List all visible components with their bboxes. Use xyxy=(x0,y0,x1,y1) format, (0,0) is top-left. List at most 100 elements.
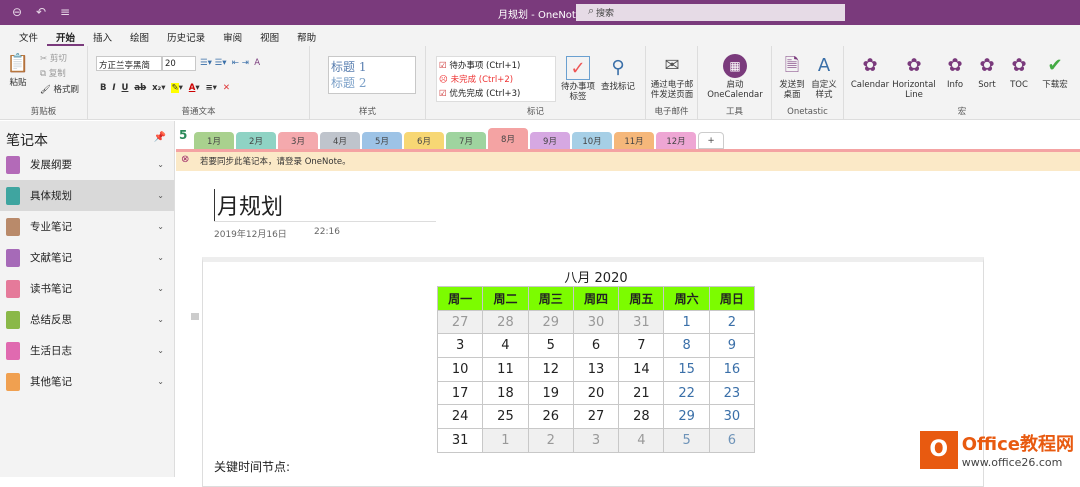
calendar-day[interactable]: 11 xyxy=(482,357,529,382)
calendar-day[interactable]: 28 xyxy=(482,309,529,335)
section-tab[interactable]: 2月 xyxy=(236,132,276,149)
chevron-down-icon[interactable]: ⌄ xyxy=(157,253,164,262)
calendar-day[interactable]: 21 xyxy=(618,380,665,406)
custom-style-button[interactable]: A 自定义样式 xyxy=(808,54,840,100)
calendar-day[interactable]: 29 xyxy=(527,309,574,335)
calendar-day[interactable]: 22 xyxy=(663,380,710,406)
section-tab[interactable]: 7月 xyxy=(446,132,486,149)
cut-button[interactable]: ✂ 剪切 xyxy=(40,52,67,64)
email-page-button[interactable]: ✉ 通过电子邮件发送页面 xyxy=(648,54,696,100)
tag-priority[interactable]: ☑ 优先完成 (Ctrl+3) xyxy=(439,87,553,101)
chevron-down-icon[interactable]: ⌄ xyxy=(157,191,164,200)
chevron-down-icon[interactable]: ⌄ xyxy=(157,377,164,386)
calendar-day[interactable]: 28 xyxy=(618,404,665,430)
calendar-day[interactable]: 23 xyxy=(708,380,756,406)
macro-toc-button[interactable]: ✿ TOC xyxy=(1004,54,1034,90)
tags-gallery[interactable]: ☑ 待办事项 (Ctrl+1) ☹ 未完成 (Ctrl+2) ☑ 优先完成 (C… xyxy=(436,56,556,102)
calendar-day[interactable]: 24 xyxy=(436,404,484,430)
todo-tag-button[interactable]: ✓ 待办事项标签 xyxy=(558,56,598,102)
sidebar-item-notebook[interactable]: 具体规划 ⌄ xyxy=(0,180,174,211)
page-title[interactable]: 月规划 xyxy=(214,189,283,221)
chevron-down-icon[interactable]: ⌄ xyxy=(157,315,164,324)
font-select[interactable]: 方正兰亭黑简 xyxy=(96,56,162,71)
calendar-day[interactable]: 7 xyxy=(618,333,665,359)
format-buttons[interactable]: B I U ab x₂▾ ✎▾ A▾ ≡▾ ✕ xyxy=(100,83,230,93)
section-tab[interactable]: 9月 xyxy=(530,132,570,149)
calendar-day[interactable]: 2 xyxy=(708,309,756,335)
section-tab[interactable]: 6月 xyxy=(404,132,444,149)
sync-notice[interactable]: ⊗ 若要同步此笔记本，请登录 OneNote。 xyxy=(176,149,1080,171)
sidebar-item-notebook[interactable]: 发展纲要 ⌄ xyxy=(0,149,174,180)
calendar-day[interactable]: 26 xyxy=(527,404,574,430)
sidebar-item-notebook[interactable]: 总结反思 ⌄ xyxy=(0,304,174,335)
calendar-day[interactable]: 3 xyxy=(572,428,620,453)
calendar-day[interactable]: 10 xyxy=(436,357,484,382)
calendar-day[interactable]: 5 xyxy=(663,428,710,453)
paragraph-handle[interactable] xyxy=(191,313,199,320)
calendar-day[interactable]: 30 xyxy=(572,309,620,335)
sidebar-item-notebook[interactable]: 文献笔记 ⌄ xyxy=(0,242,174,273)
chevron-down-icon[interactable]: ⌄ xyxy=(157,284,164,293)
calendar-day[interactable]: 4 xyxy=(618,428,665,453)
calendar-day[interactable]: 15 xyxy=(663,357,710,382)
section-tab[interactable]: 1月 xyxy=(194,132,234,149)
onecalendar-button[interactable]: ▦ 启动 OneCalendar xyxy=(702,54,768,100)
send-to-desktop-button[interactable]: 🗎 发送到桌面 xyxy=(776,54,808,100)
sidebar-item-notebook[interactable]: 读书笔记 ⌄ xyxy=(0,273,174,304)
calendar-day[interactable]: 19 xyxy=(527,380,574,406)
pin-icon[interactable]: 📌 xyxy=(154,132,166,143)
section-tab[interactable]: 5月 xyxy=(362,132,402,149)
tab-file[interactable]: 文件 xyxy=(10,25,47,46)
calendar-day[interactable]: 16 xyxy=(708,357,756,382)
calendar-day[interactable]: 30 xyxy=(708,404,756,430)
tag-incomplete[interactable]: ☹ 未完成 (Ctrl+2) xyxy=(439,73,553,87)
tab-home[interactable]: 开始 xyxy=(47,25,85,46)
section-tab[interactable]: 3月 xyxy=(278,132,318,149)
sidebar-item-notebook[interactable]: 其他笔记 ⌄ xyxy=(0,366,174,397)
list-buttons[interactable]: ☰▾ ☰▾ ⇤ ⇥ A xyxy=(200,58,260,68)
chevron-down-icon[interactable]: ⌄ xyxy=(157,160,164,169)
calendar-day[interactable]: 2 xyxy=(527,428,574,453)
format-painter-button[interactable]: 🖌 格式刷 xyxy=(40,83,79,95)
calendar-day[interactable]: 25 xyxy=(482,404,529,430)
copy-button[interactable]: ⧉ 复制 xyxy=(40,67,66,79)
calendar-day[interactable]: 27 xyxy=(572,404,620,430)
calendar-day[interactable]: 12 xyxy=(527,357,574,382)
chevron-down-icon[interactable]: ⌄ xyxy=(157,222,164,231)
calendar-day[interactable]: 6 xyxy=(572,333,620,359)
calendar-day[interactable]: 20 xyxy=(572,380,620,406)
calendar-day[interactable]: 18 xyxy=(482,380,529,406)
macro-info-button[interactable]: ✿ Info xyxy=(940,54,970,90)
calendar-day[interactable]: 13 xyxy=(572,357,620,382)
key-dates-label[interactable]: 关键时间节点: xyxy=(214,458,290,475)
find-tags-button[interactable]: ⚲ 查找标记 xyxy=(598,56,638,92)
sidebar-item-notebook[interactable]: 专业笔记 ⌄ xyxy=(0,211,174,242)
calendar-day[interactable]: 5 xyxy=(527,333,574,359)
tab-draw[interactable]: 绘图 xyxy=(121,25,158,46)
section-tab[interactable]: 11月 xyxy=(614,132,654,149)
tab-history[interactable]: 历史记录 xyxy=(158,25,214,46)
calendar-day[interactable]: 31 xyxy=(436,428,484,453)
styles-gallery[interactable]: 标题 1 标题 2 xyxy=(328,56,416,94)
tab-view[interactable]: 视图 xyxy=(251,25,288,46)
tag-todo[interactable]: ☑ 待办事项 (Ctrl+1) xyxy=(439,59,553,73)
section-tab[interactable]: 4月 xyxy=(320,132,360,149)
tab-insert[interactable]: 插入 xyxy=(84,25,121,46)
sync-icon[interactable]: 5 xyxy=(179,128,187,142)
style-heading2[interactable]: 标题 2 xyxy=(331,75,413,91)
macro-calendar-button[interactable]: ✿ Calendar xyxy=(848,54,892,90)
macro-sort-button[interactable]: ✿ Sort xyxy=(972,54,1002,90)
calendar-day[interactable]: 8 xyxy=(663,333,710,359)
download-macros-button[interactable]: ✔ 下载宏 xyxy=(1040,54,1070,90)
section-tab[interactable]: 10月 xyxy=(572,132,612,149)
macro-horizontal-line-button[interactable]: ✿ Horizontal Line xyxy=(892,54,936,100)
section-tab[interactable]: 12月 xyxy=(656,132,696,149)
tab-help[interactable]: 帮助 xyxy=(288,25,325,46)
font-size-select[interactable]: 20 xyxy=(162,56,196,71)
calendar-day[interactable]: 29 xyxy=(663,404,710,430)
tab-review[interactable]: 审阅 xyxy=(214,25,251,46)
chevron-down-icon[interactable]: ⌄ xyxy=(157,346,164,355)
calendar-day[interactable]: 1 xyxy=(663,309,710,335)
calendar-day[interactable]: 31 xyxy=(618,309,665,335)
paste-button[interactable]: 📋 粘贴 xyxy=(6,52,30,88)
